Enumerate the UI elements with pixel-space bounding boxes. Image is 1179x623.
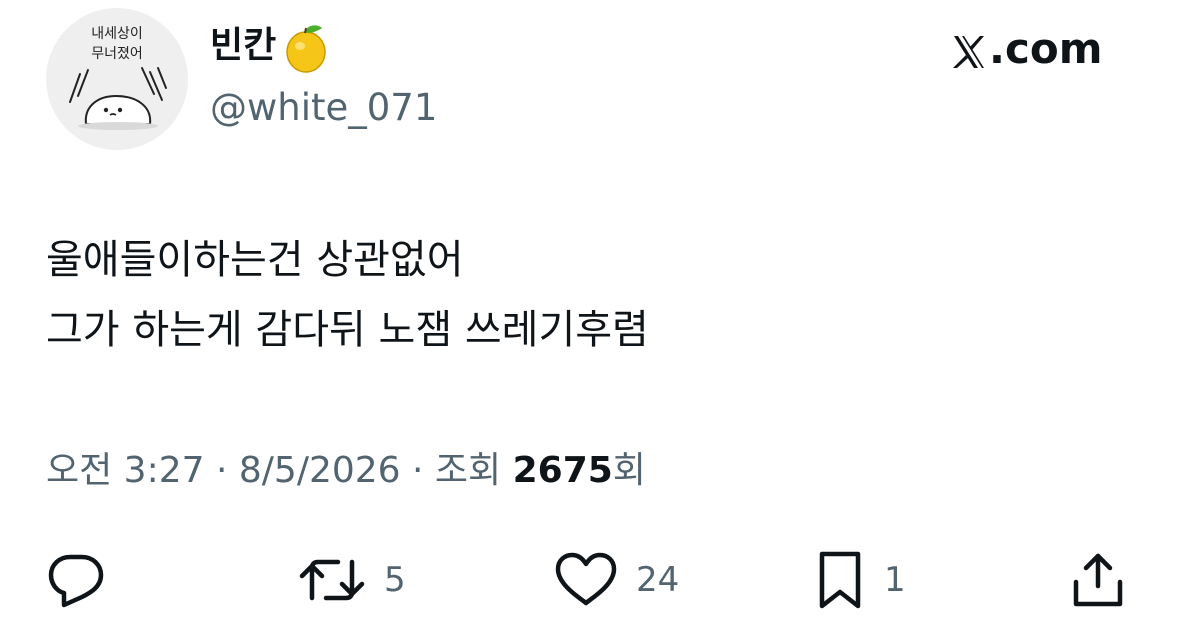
retweet-icon: [299, 559, 365, 601]
reply-icon: [48, 554, 104, 608]
crying-blob-icon: [69, 67, 167, 130]
x-logo-text: .com: [989, 24, 1103, 73]
bookmark-count: 1: [884, 560, 906, 600]
display-name-text: 빈칸: [210, 25, 277, 66]
views-count: 2675: [512, 450, 613, 491]
reply-button[interactable]: [46, 548, 124, 612]
avatar-caption-line1: 내세상이: [91, 26, 143, 42]
x-logo-icon: [952, 31, 986, 68]
avatar-caption: 내세상이 무너졌어: [46, 24, 188, 64]
heart-icon: [555, 552, 617, 606]
action-bar: 5 24 1: [0, 548, 1179, 612]
display-name[interactable]: 빈칸: [210, 20, 328, 74]
views-label: 조회: [434, 450, 513, 491]
like-button[interactable]: 24: [554, 548, 679, 612]
avatar[interactable]: 내세상이 무너졌어: [46, 8, 188, 150]
bookmark-button[interactable]: 1: [814, 548, 906, 612]
x-brand-logo: .com: [952, 24, 1102, 74]
lemon-icon: [282, 22, 328, 74]
user-handle[interactable]: @white_071: [210, 86, 437, 130]
share-icon: [1073, 553, 1123, 607]
meta-separator: ·: [400, 450, 435, 491]
retweet-button[interactable]: 5: [298, 548, 406, 612]
retweet-count: 5: [384, 560, 406, 600]
tweet-text-line-1: 울애들이하는건 상관없어: [46, 237, 464, 283]
tweet-card: 내세상이 무너졌어 빈칸 @white_071 .com 울애들이하는건 상관없…: [0, 0, 1179, 623]
tweet-date[interactable]: 8/5/2026: [239, 450, 401, 491]
like-count: 24: [636, 560, 680, 600]
tweet-time[interactable]: 오전 3:27: [46, 450, 205, 491]
share-button[interactable]: [1070, 548, 1126, 612]
views-suffix: 회: [612, 450, 646, 491]
bookmark-icon: [819, 551, 861, 609]
tweet-text-line-2: 그가 하는게 감다뒤 노잼 쓰레기후렴: [46, 307, 649, 353]
meta-separator: ·: [204, 450, 239, 491]
tweet-meta: 오전 3:27 · 8/5/2026 · 조회 2675회: [46, 448, 646, 494]
avatar-caption-line2: 무너졌어: [91, 46, 143, 62]
